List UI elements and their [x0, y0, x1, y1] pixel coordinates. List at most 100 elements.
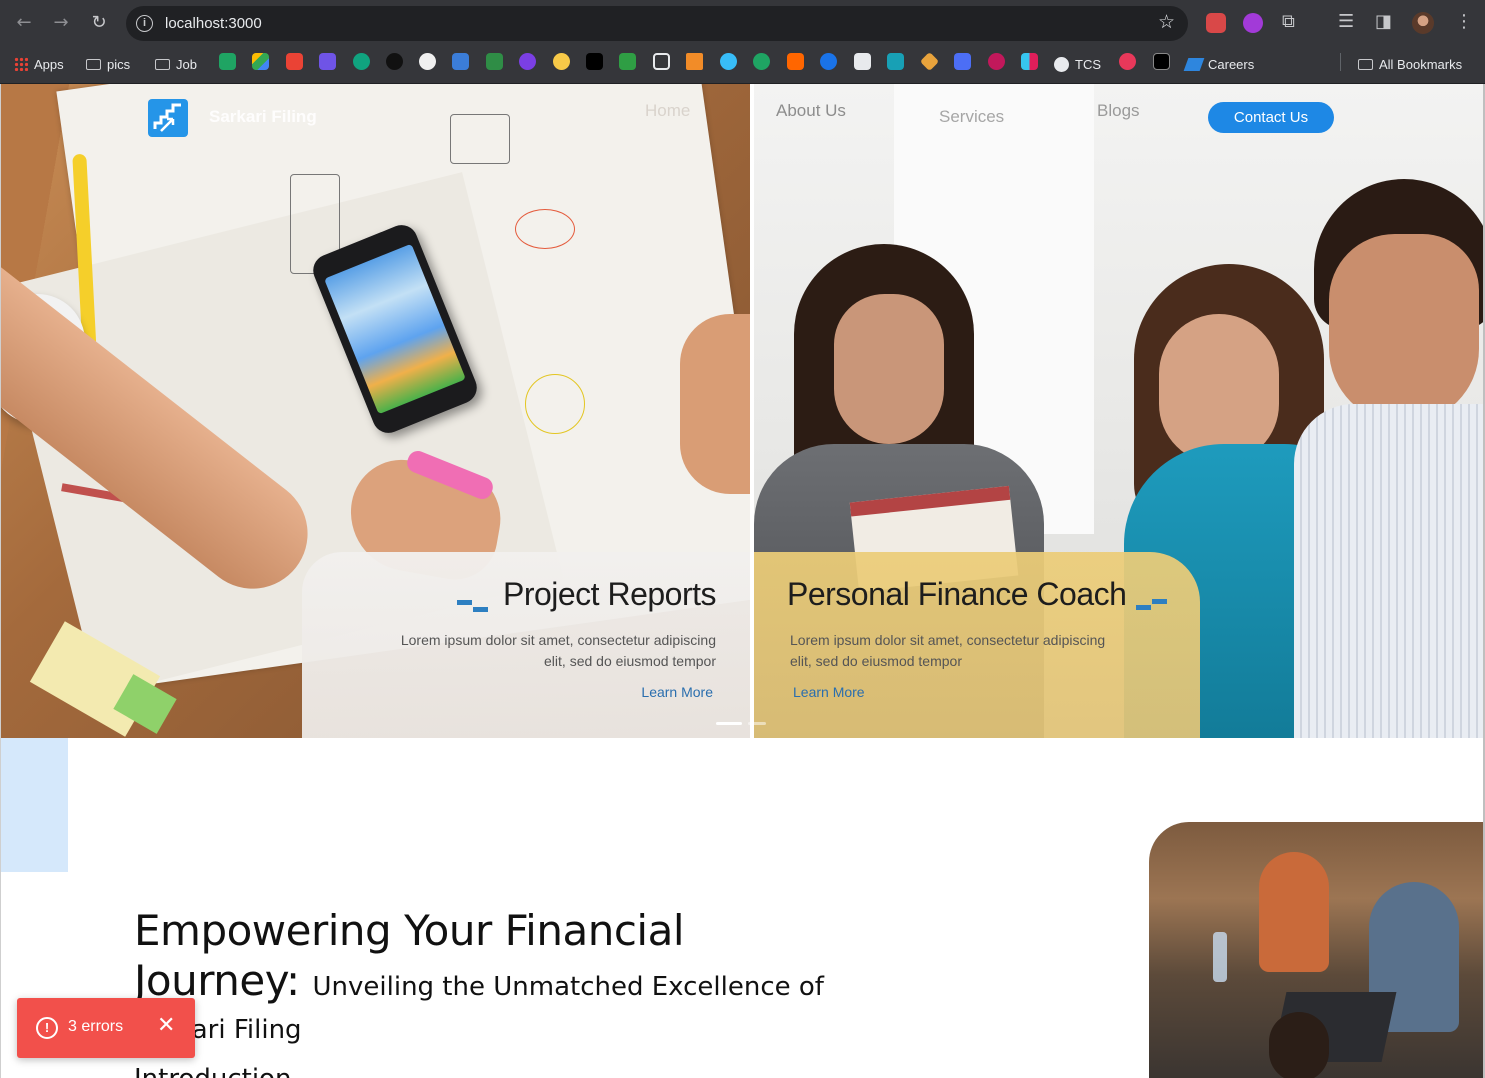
slide-description: Lorem ipsum dolor sit amet, consectetur … [400, 632, 716, 669]
gfg-favicon-icon[interactable] [486, 53, 503, 70]
bookmark-favicon-icon[interactable] [653, 53, 670, 70]
bookmark-favicon-icon[interactable] [820, 53, 837, 70]
error-toast[interactable]: ! 3 errors ✕ [17, 998, 195, 1058]
bookmark-favicon-icon[interactable] [1153, 53, 1170, 70]
hackernews-favicon-icon[interactable] [787, 53, 804, 70]
slide-title: Project Reports [502, 576, 717, 612]
hero-carousel: Project Reports Lorem ipsum dolor sit am… [0, 84, 1485, 738]
bookmark-favicon-icon[interactable] [586, 53, 603, 70]
extension-icon[interactable] [1243, 13, 1263, 33]
slide-title: Personal Finance Coach [787, 576, 1127, 612]
bookmark-favicon-icon[interactable] [452, 53, 469, 70]
extension-icon[interactable] [1206, 13, 1226, 33]
bookmark-favicon-icon[interactable] [386, 53, 403, 70]
error-icon: ! [36, 1017, 58, 1039]
folder-icon [86, 59, 101, 70]
bookmark-label: Apps [34, 57, 64, 72]
intro-subheading: Unveiling the Unmatched Excellence of [312, 972, 824, 1002]
slide-description: Lorem ipsum dolor sit amet, consectetur … [790, 632, 1106, 669]
person-decoration [1269, 1012, 1329, 1078]
bookmark-label: TCS [1075, 57, 1101, 72]
person-decoration [1159, 314, 1279, 464]
bookmark-all-bookmarks[interactable]: All Bookmarks [1358, 55, 1462, 75]
address-url[interactable]: localhost:3000 [165, 15, 262, 32]
side-panel-icon[interactable]: ◨ [1375, 11, 1392, 32]
bookmark-label: All Bookmarks [1379, 57, 1463, 72]
github-favicon-icon[interactable] [419, 53, 436, 70]
bookmark-folder-pics[interactable]: pics [86, 55, 130, 75]
learn-more-link[interactable]: Learn More [641, 684, 713, 700]
hand-decoration [680, 314, 750, 494]
browser-window: ← → ↻ i localhost:3000 ☆ ⧉ ☰ ◨ ⋮ Apps pi… [0, 0, 1485, 1078]
bookmark-favicon-icon[interactable] [988, 53, 1005, 70]
person-decoration [1294, 404, 1485, 738]
bookmark-label: Careers [1208, 57, 1255, 72]
person-decoration [834, 294, 944, 444]
sketch-decoration [450, 114, 510, 164]
js-favicon-icon[interactable] [553, 53, 570, 70]
nav-blogs[interactable]: Blogs [1097, 101, 1140, 121]
title-accent [457, 600, 472, 605]
bottle-decoration [1213, 932, 1227, 982]
bookmarks-divider [1340, 53, 1341, 71]
office-team-image [1149, 822, 1485, 1078]
title-accent [473, 607, 488, 612]
error-count[interactable]: 3 errors [68, 1018, 123, 1036]
kebab-menu-icon[interactable]: ⋮ [1455, 11, 1473, 32]
brand-name[interactable]: Sarkari Filing [209, 107, 317, 127]
bookmark-tcs[interactable]: TCS [1054, 55, 1101, 75]
bookmark-label: pics [107, 57, 131, 72]
bookmark-favicon-icon[interactable] [319, 53, 336, 70]
drive-favicon-icon[interactable] [252, 53, 269, 70]
back-button[interactable]: ← [12, 11, 36, 35]
apps-grid-icon [14, 57, 28, 71]
extensions-icon[interactable]: ⧉ [1282, 11, 1295, 32]
bookmark-folder-job[interactable]: Job [155, 55, 197, 75]
profile-avatar[interactable] [1412, 12, 1434, 34]
close-icon[interactable]: ✕ [157, 1013, 175, 1038]
gmail-favicon-icon[interactable] [286, 53, 303, 70]
bookmark-favicon-icon[interactable] [954, 53, 971, 70]
contact-us-button[interactable]: Contact Us [1208, 102, 1334, 133]
introduction-label: Introduction [134, 1064, 291, 1078]
sketch-decoration [515, 209, 575, 249]
bookmark-apps[interactable]: Apps [14, 55, 64, 75]
slide-card-personal-finance: Personal Finance Coach Lorem ipsum dolor… [754, 552, 1200, 738]
folder-icon [1358, 59, 1373, 70]
careers-favicon-icon [1183, 58, 1205, 71]
bookmark-favicon-icon[interactable] [753, 53, 770, 70]
carousel-dot[interactable] [748, 722, 766, 725]
decorative-block [0, 738, 68, 872]
reading-list-icon[interactable]: ☰ [1338, 11, 1354, 32]
title-accent [1152, 599, 1167, 604]
nav-services[interactable]: Services [939, 107, 1004, 127]
nav-home[interactable]: Home [645, 101, 690, 121]
person-decoration [1259, 852, 1329, 972]
folder-icon [155, 59, 170, 70]
reload-button[interactable]: ↻ [87, 11, 111, 35]
sheets-favicon-icon[interactable] [219, 53, 236, 70]
learn-more-link[interactable]: Learn More [793, 684, 865, 700]
bookmark-favicon-icon[interactable] [619, 53, 636, 70]
nav-about[interactable]: About Us [776, 101, 846, 121]
bookmark-careers[interactable]: Careers [1183, 55, 1255, 75]
star-icon[interactable]: ☆ [1158, 11, 1175, 33]
tailwind-favicon-icon[interactable] [720, 53, 737, 70]
bookmark-favicon-icon[interactable] [686, 53, 703, 70]
site-info-icon[interactable]: i [136, 15, 153, 32]
bookmark-favicon-icon[interactable] [887, 53, 904, 70]
bookmark-favicon-icon[interactable] [1119, 53, 1136, 70]
address-bar[interactable]: i localhost:3000 ☆ [126, 6, 1188, 41]
sketch-decoration [525, 374, 585, 434]
bookmark-favicon-icon[interactable] [854, 53, 871, 70]
slide-card-project-reports: Project Reports Lorem ipsum dolor sit am… [302, 552, 750, 738]
chatgpt-favicon-icon[interactable] [353, 53, 370, 70]
carousel-dot-active[interactable] [716, 722, 742, 725]
bookmark-favicon-icon[interactable] [519, 53, 536, 70]
page-viewport: Project Reports Lorem ipsum dolor sit am… [0, 84, 1485, 1078]
logo-icon[interactable] [148, 99, 188, 137]
browser-toolbar: ← → ↻ i localhost:3000 ☆ ⧉ ☰ ◨ ⋮ [0, 0, 1485, 46]
slack-favicon-icon[interactable] [1021, 53, 1038, 70]
title-accent [1136, 605, 1151, 610]
forward-button[interactable]: → [49, 11, 73, 35]
